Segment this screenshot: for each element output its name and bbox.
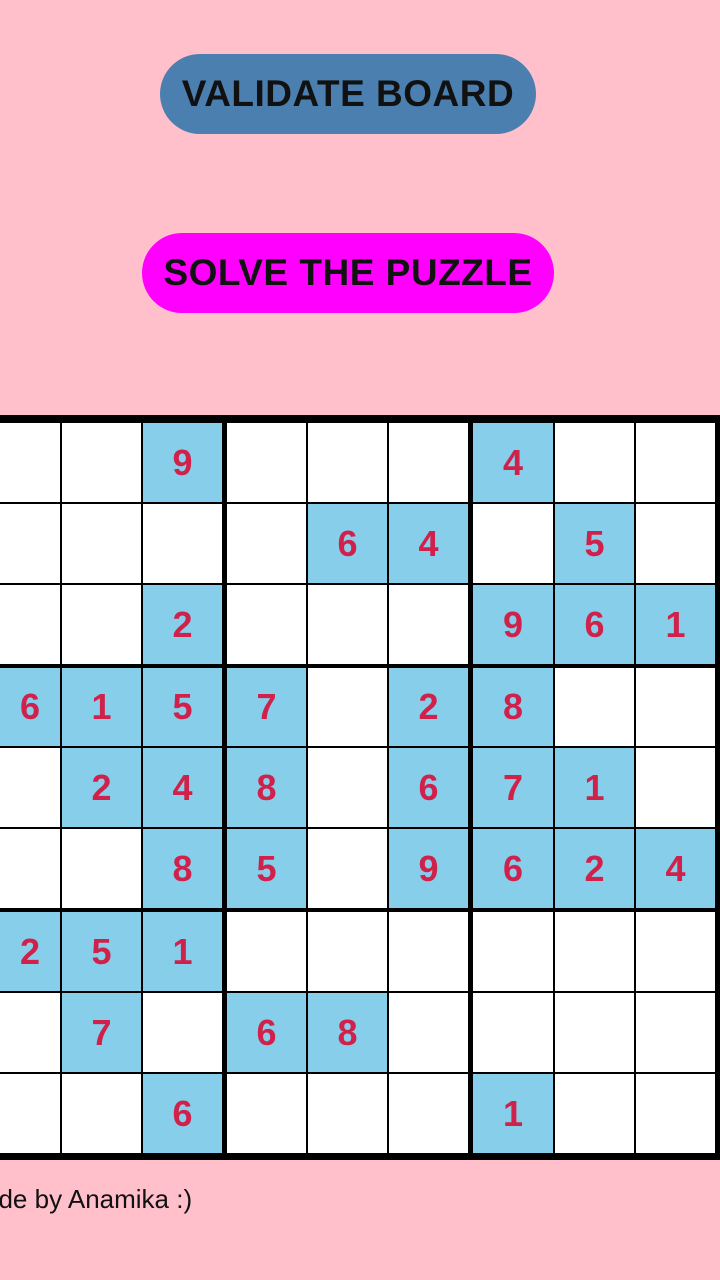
sudoku-cell-r8-c2[interactable]: 7 [62,993,141,1072]
sudoku-cell-r7-c8[interactable] [555,912,634,991]
sudoku-cell-r9-c4[interactable] [227,1074,306,1153]
sudoku-cell-r4-c3[interactable]: 5 [143,668,222,746]
sudoku-cell-r7-c4[interactable] [227,912,306,991]
sudoku-cell-r4-c5[interactable] [308,668,387,746]
sudoku-cell-r8-c3[interactable] [143,993,222,1072]
sudoku-cell-r6-c4[interactable]: 5 [227,829,306,908]
sudoku-cell-r4-c6[interactable]: 2 [389,668,468,746]
sudoku-cell-r8-c4[interactable]: 6 [227,993,306,1072]
sudoku-cell-r2-c6[interactable]: 4 [389,504,468,583]
sudoku-cell-r5-c7[interactable]: 7 [473,748,553,827]
validate-board-button[interactable]: VALIDATE BOARD [160,54,536,134]
sudoku-cell-r1-c4[interactable] [227,423,306,502]
sudoku-cell-r1-c8[interactable] [555,423,634,502]
sudoku-cell-r5-c4[interactable]: 8 [227,748,306,827]
sudoku-cell-r2-c4[interactable] [227,504,306,583]
sudoku-cell-r7-c6[interactable] [389,912,468,991]
sudoku-cell-r6-c3[interactable]: 8 [143,829,222,908]
sudoku-cell-r1-c9[interactable] [636,423,715,502]
sudoku-cell-r8-c6[interactable] [389,993,468,1072]
sudoku-cell-r2-c5[interactable]: 6 [308,504,387,583]
sudoku-cell-r2-c3[interactable] [143,504,222,583]
sudoku-cell-r3-c7[interactable]: 9 [473,585,553,664]
sudoku-cell-r9-c6[interactable] [389,1074,468,1153]
sudoku-cell-r9-c5[interactable] [308,1074,387,1153]
sudoku-cell-r2-c1[interactable] [0,504,60,583]
sudoku-cell-r9-c1[interactable] [0,1074,60,1153]
sudoku-cell-r5-c1[interactable] [0,748,60,827]
sudoku-cell-r5-c6[interactable]: 6 [389,748,468,827]
sudoku-cell-r8-c8[interactable] [555,993,634,1072]
sudoku-cell-r8-c9[interactable] [636,993,715,1072]
sudoku-cell-r4-c7[interactable]: 8 [473,668,553,746]
sudoku-cell-r6-c7[interactable]: 6 [473,829,553,908]
sudoku-cell-r4-c2[interactable]: 1 [62,668,141,746]
sudoku-cell-r9-c8[interactable] [555,1074,634,1153]
sudoku-cell-r7-c1[interactable]: 2 [0,912,60,991]
sudoku-cell-r8-c7[interactable] [473,993,553,1072]
sudoku-cell-r3-c1[interactable] [0,585,60,664]
sudoku-cell-r9-c7[interactable]: 1 [473,1074,553,1153]
sudoku-cell-r9-c2[interactable] [62,1074,141,1153]
sudoku-cell-r3-c8[interactable]: 6 [555,585,634,664]
sudoku-cell-r1-c2[interactable] [62,423,141,502]
sudoku-cell-r5-c8[interactable]: 1 [555,748,634,827]
solve-puzzle-button[interactable]: SOLVE THE PUZZLE [142,233,554,313]
sudoku-cell-r2-c2[interactable] [62,504,141,583]
footer-credit: ade by Anamika :) [0,1184,193,1214]
sudoku-cell-r6-c8[interactable]: 2 [555,829,634,908]
sudoku-cell-r6-c9[interactable]: 4 [636,829,715,908]
sudoku-cell-r7-c9[interactable] [636,912,715,991]
sudoku-cell-r2-c8[interactable]: 5 [555,504,634,583]
sudoku-cell-r7-c5[interactable] [308,912,387,991]
sudoku-cell-r8-c1[interactable] [0,993,60,1072]
sudoku-cell-r1-c7[interactable]: 4 [473,423,553,502]
sudoku-cell-r6-c1[interactable] [0,829,60,908]
sudoku-cell-r4-c8[interactable] [555,668,634,746]
sudoku-cell-r2-c7[interactable] [473,504,553,583]
sudoku-cell-r7-c2[interactable]: 5 [62,912,141,991]
sudoku-cell-r7-c7[interactable] [473,912,553,991]
sudoku-cell-r1-c5[interactable] [308,423,387,502]
sudoku-cell-r1-c1[interactable] [0,423,60,502]
sudoku-cell-r3-c3[interactable]: 2 [143,585,222,664]
sudoku-board: 94645296161572824867185962425176861 [0,415,720,1160]
sudoku-cell-r3-c9[interactable]: 1 [636,585,715,664]
sudoku-cell-r3-c6[interactable] [389,585,468,664]
sudoku-cell-r6-c6[interactable]: 9 [389,829,468,908]
sudoku-cell-r2-c9[interactable] [636,504,715,583]
sudoku-cell-r4-c1[interactable]: 6 [0,668,60,746]
sudoku-cell-r4-c4[interactable]: 7 [227,668,306,746]
sudoku-cell-r9-c3[interactable]: 6 [143,1074,222,1153]
sudoku-cell-r6-c2[interactable] [62,829,141,908]
sudoku-cell-r5-c9[interactable] [636,748,715,827]
sudoku-cell-r4-c9[interactable] [636,668,715,746]
sudoku-screen: VALIDATE BOARD SOLVE THE PUZZLE 94645296… [0,0,720,1280]
sudoku-cell-r3-c2[interactable] [62,585,141,664]
sudoku-cell-r3-c4[interactable] [227,585,306,664]
sudoku-cell-r8-c5[interactable]: 8 [308,993,387,1072]
sudoku-cell-r3-c5[interactable] [308,585,387,664]
sudoku-cell-r7-c3[interactable]: 1 [143,912,222,991]
sudoku-cell-r6-c5[interactable] [308,829,387,908]
sudoku-cell-r5-c2[interactable]: 2 [62,748,141,827]
sudoku-cell-r9-c9[interactable] [636,1074,715,1153]
sudoku-cell-r5-c3[interactable]: 4 [143,748,222,827]
sudoku-cell-r1-c6[interactable] [389,423,468,502]
sudoku-cell-r1-c3[interactable]: 9 [143,423,222,502]
sudoku-cell-r5-c5[interactable] [308,748,387,827]
